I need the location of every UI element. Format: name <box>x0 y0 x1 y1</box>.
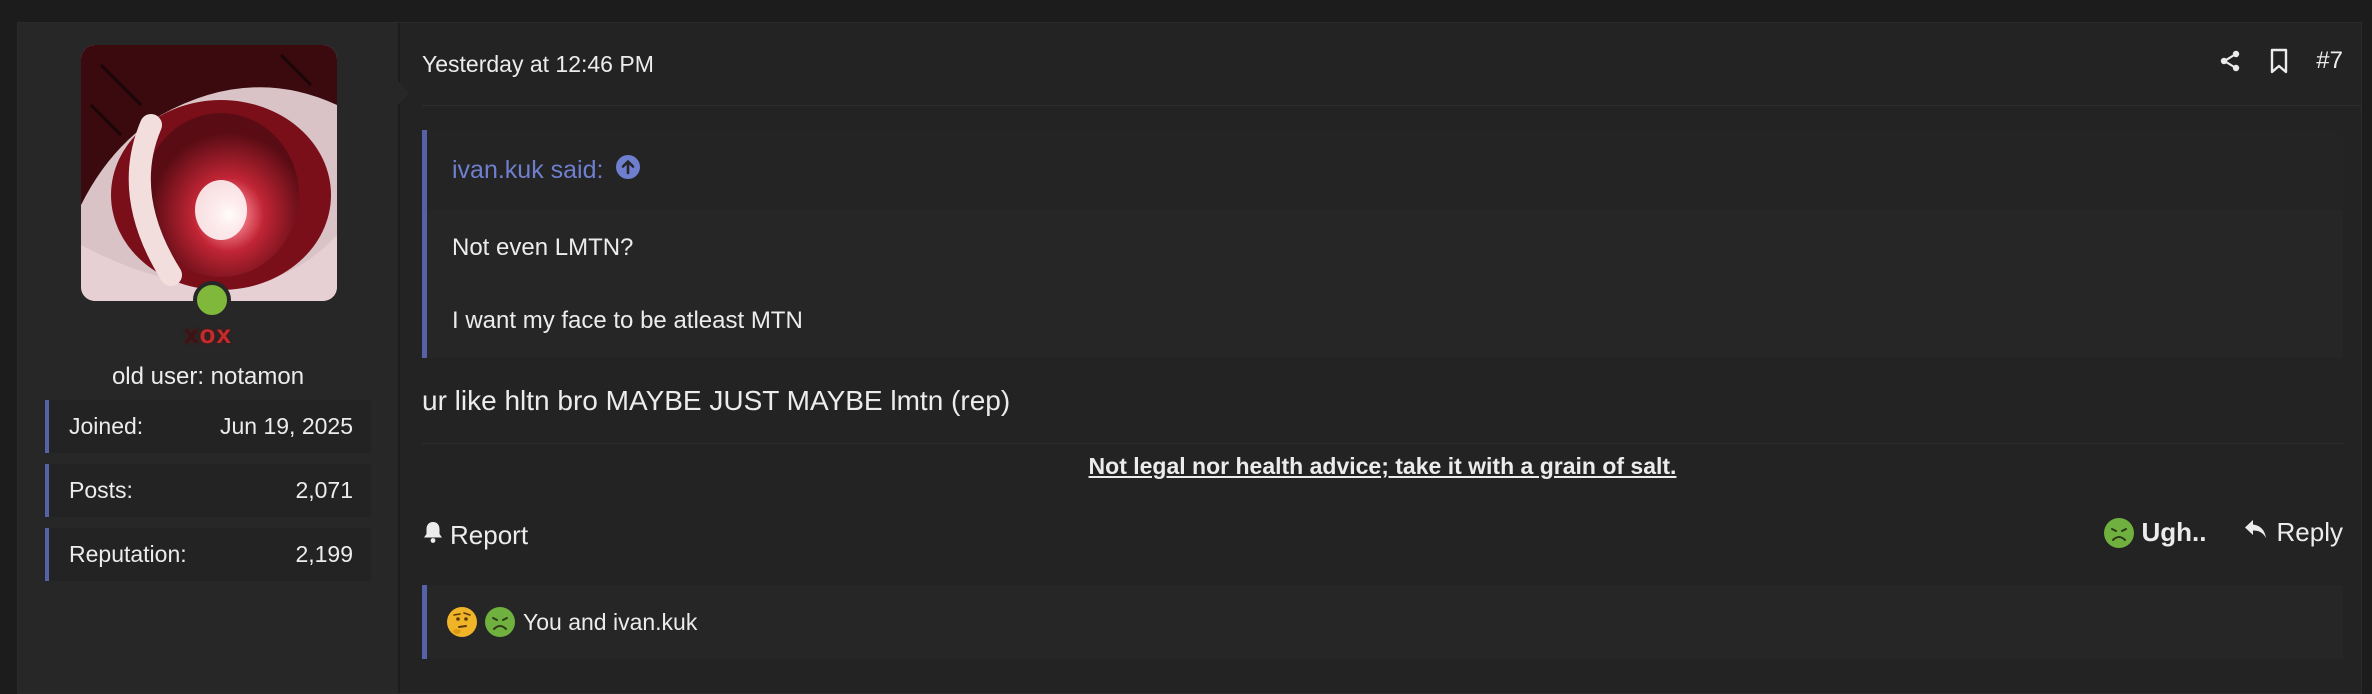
post-number-link[interactable]: #7 <box>2316 47 2343 75</box>
stat-value: Jun 19, 2025 <box>219 413 353 439</box>
online-status-indicator <box>193 281 231 319</box>
post-header-actions: #7 <box>2218 47 2343 75</box>
avatar[interactable] <box>81 45 337 301</box>
thinking-face-icon <box>447 607 477 637</box>
post-header: Yesterday at 12:46 PM #7 <box>422 23 2361 106</box>
stat-value: 2,071 <box>295 477 353 503</box>
post-signature: Not legal nor health advice; take it wit… <box>1088 453 1677 479</box>
user-cell: xox old user: notamon Joined: Jun 19, 20… <box>18 23 400 693</box>
reply-button[interactable]: Reply <box>2243 517 2343 548</box>
user-title: old user: notamon <box>111 363 305 390</box>
post-footer-actions: Ugh.. Reply <box>2103 517 2343 548</box>
quote-line: I want my face to be atleast MTN <box>452 307 803 334</box>
post-date[interactable]: Yesterday at 12:46 PM <box>422 51 654 78</box>
signature-divider <box>422 443 2343 444</box>
reaction-button[interactable]: Ugh.. <box>2103 517 2207 548</box>
stat-value: 2,199 <box>295 541 353 567</box>
stat-joined: Joined: Jun 19, 2025 <box>45 400 371 453</box>
post-message: ur like hltn bro MAYBE JUST MAYBE lmtn (… <box>422 385 1011 416</box>
stat-label: Joined: <box>69 413 144 439</box>
report-label: Report <box>450 520 529 550</box>
reactions-bar[interactable]: You and ivan.kuk <box>422 585 2343 659</box>
bell-icon <box>422 520 444 551</box>
post-main: Yesterday at 12:46 PM #7 ivan.kuk said: … <box>398 23 2361 693</box>
username-part: o <box>199 319 217 349</box>
nauseated-face-icon <box>2103 517 2134 548</box>
avatar-eye-image <box>81 45 337 301</box>
quote-author[interactable]: ivan.kuk said: <box>452 156 603 185</box>
reply-label: Reply <box>2276 517 2343 547</box>
quote-line: Not even LMTN? <box>452 234 634 261</box>
bookmark-icon[interactable] <box>2268 48 2290 74</box>
share-icon[interactable] <box>2218 49 2242 73</box>
quote-block: ivan.kuk said: Not even LMTN? I want my … <box>422 130 2343 358</box>
username-part: x <box>216 319 232 349</box>
arrow-up-circle-icon[interactable] <box>615 154 641 187</box>
report-button[interactable]: Report <box>422 520 528 551</box>
stat-reputation: Reputation: 2,199 <box>45 528 371 581</box>
reply-arrow-icon <box>2243 517 2269 548</box>
reaction-label: Ugh.. <box>2141 517 2207 547</box>
quote-header[interactable]: ivan.kuk said: <box>427 130 2343 210</box>
stat-label: Posts: <box>69 477 133 503</box>
username[interactable]: xox <box>18 319 398 350</box>
reactions-summary[interactable]: You and ivan.kuk <box>523 609 697 636</box>
nauseated-face-icon <box>485 607 515 637</box>
stat-posts: Posts: 2,071 <box>45 464 371 517</box>
stat-label: Reputation: <box>69 541 187 567</box>
post-container: xox old user: notamon Joined: Jun 19, 20… <box>17 22 2362 694</box>
username-part: x <box>184 319 200 349</box>
